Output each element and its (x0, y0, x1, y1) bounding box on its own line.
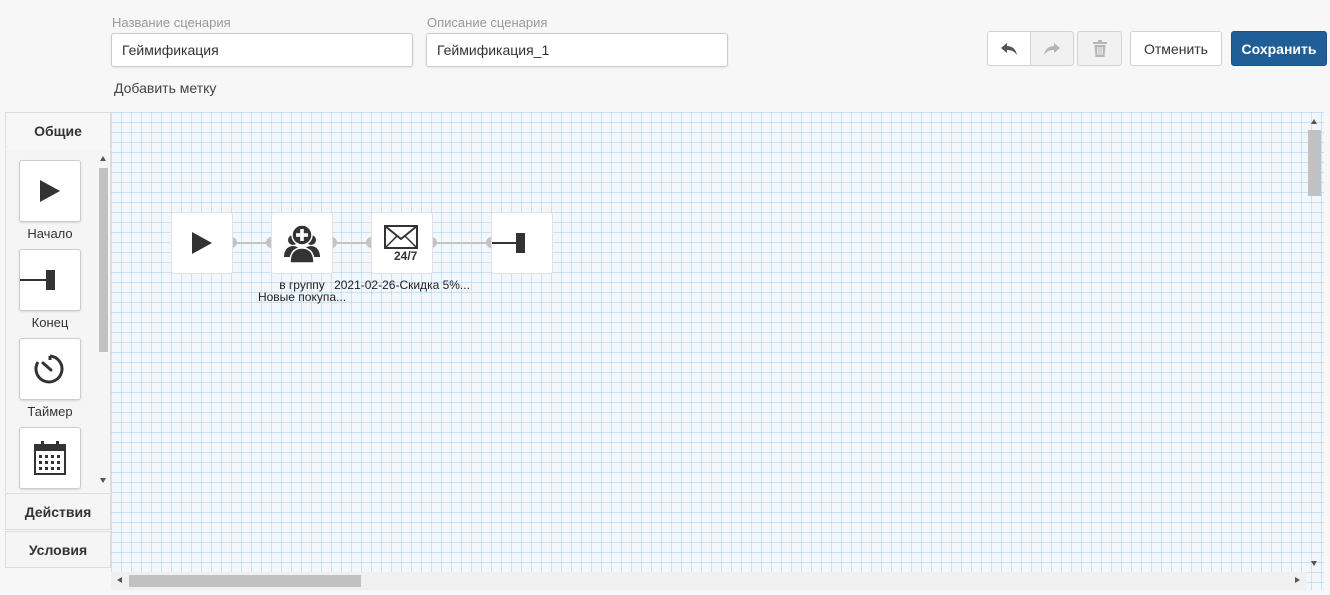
scenario-name-label: Название сценария (112, 15, 231, 30)
flow-node-add-to-group[interactable] (271, 212, 333, 274)
scenario-description-input[interactable] (426, 33, 728, 67)
flow-node-end[interactable] (491, 212, 553, 274)
canvas-scroll-left[interactable] (117, 577, 122, 583)
undo-button[interactable] (987, 31, 1031, 66)
tab-actions[interactable]: Действия (5, 493, 111, 530)
canvas-horizontal-scroll-thumb[interactable] (129, 575, 361, 587)
email-node-label: 2021-02-26-Скидка 5%... (334, 278, 470, 292)
palette-item-start[interactable] (19, 160, 81, 222)
email-24-7-icon: 24/7 (380, 221, 424, 265)
email-badge: 24/7 (394, 249, 418, 263)
palette-item-end[interactable] (19, 249, 81, 311)
calendar-icon (34, 441, 66, 475)
palette-item-calendar[interactable] (19, 427, 81, 489)
undo-icon (1001, 42, 1017, 55)
scenario-description-label: Описание сценария (427, 15, 548, 30)
end-icon (492, 233, 525, 253)
palette-item-timer[interactable] (19, 338, 81, 400)
palette-scroll-up[interactable] (100, 156, 106, 161)
delete-button[interactable] (1077, 31, 1122, 66)
scenario-canvas[interactable]: в группу Новые покупа... 24/7 2021-02-26… (111, 112, 1324, 590)
canvas-scroll-up[interactable] (1311, 119, 1317, 124)
scenario-name-input[interactable] (111, 33, 413, 67)
save-button[interactable]: Сохранить (1231, 31, 1327, 66)
trash-icon (1092, 40, 1107, 57)
canvas-scroll-down[interactable] (1311, 561, 1317, 566)
palette-scroll-down[interactable] (100, 478, 106, 483)
flow-node-email[interactable]: 24/7 (371, 212, 433, 274)
palette-item-timer-label: Таймер (27, 404, 73, 419)
palette-item-end-label: Конец (31, 315, 69, 330)
blocks-sidebar: Общие Начало Конец Таймер Действия Услов… (5, 112, 111, 568)
play-icon (40, 180, 60, 202)
canvas-vertical-scroll-thumb[interactable] (1308, 130, 1321, 196)
canvas-vertical-scrollbar[interactable] (1306, 112, 1324, 572)
flow-node-start[interactable] (171, 212, 233, 274)
end-icon (20, 270, 55, 290)
timer-icon (34, 354, 64, 384)
tab-general[interactable]: Общие (5, 112, 111, 149)
add-tag-link[interactable]: Добавить метку (114, 80, 216, 96)
palette-scroll-thumb[interactable] (99, 168, 108, 352)
group-node-label-line2: Новые покупа... (257, 290, 347, 304)
add-to-group-icon (284, 224, 320, 263)
palette-item-start-label: Начало (27, 226, 73, 241)
redo-button[interactable] (1030, 31, 1074, 66)
play-icon (192, 232, 212, 254)
palette-scrollbar[interactable] (95, 150, 109, 492)
redo-icon (1044, 42, 1060, 55)
cancel-button[interactable]: Отменить (1130, 31, 1222, 66)
canvas-horizontal-scrollbar[interactable] (111, 572, 1306, 590)
tab-conditions[interactable]: Условия (5, 531, 111, 568)
connector-line (432, 242, 492, 244)
block-palette: Начало Конец Таймер (5, 150, 111, 492)
canvas-scroll-right[interactable] (1295, 577, 1300, 583)
